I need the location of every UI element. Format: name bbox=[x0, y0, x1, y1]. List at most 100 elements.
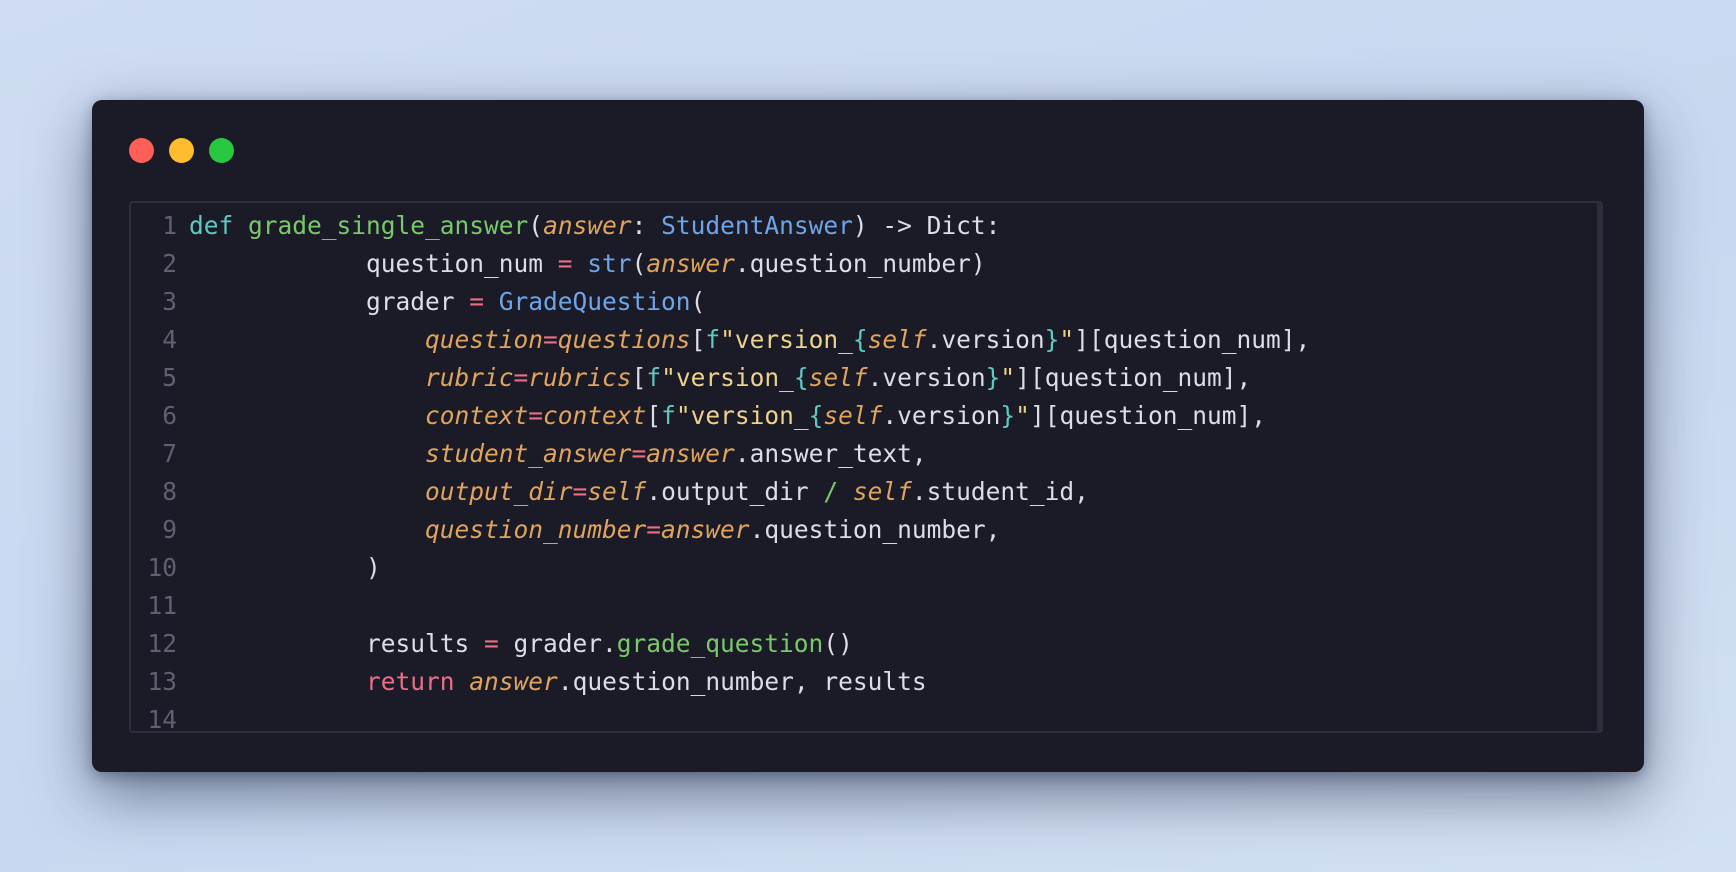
code-token: .student_id, bbox=[911, 477, 1089, 506]
code-token: } bbox=[1044, 325, 1060, 354]
code-token: ( bbox=[690, 287, 706, 316]
code-token: = bbox=[646, 515, 662, 544]
line-code: student_answer=answer.answer_text, bbox=[189, 435, 927, 473]
code-editor[interactable]: 1 def grade_single_answer(answer: Student… bbox=[129, 201, 1603, 733]
code-token: self bbox=[867, 325, 927, 354]
code-token: { bbox=[793, 363, 809, 392]
code-token: ][question_num], bbox=[1015, 363, 1252, 392]
code-token: / bbox=[823, 477, 839, 506]
code-token: GradeQuestion bbox=[498, 287, 691, 316]
code-token: "version_ bbox=[661, 363, 794, 392]
code-token: context bbox=[543, 401, 647, 430]
code-token: ( bbox=[528, 211, 544, 240]
line-number: 10 bbox=[147, 553, 177, 582]
code-token: questions bbox=[557, 325, 691, 354]
line-number: 7 bbox=[162, 439, 177, 468]
code-token: .version bbox=[882, 401, 1001, 430]
code-token: answer bbox=[469, 667, 558, 696]
code-token: f bbox=[661, 401, 676, 430]
code-token: answer bbox=[646, 249, 735, 278]
line-number: 8 bbox=[162, 477, 177, 506]
code-token: question bbox=[425, 325, 544, 354]
line-number: 4 bbox=[162, 325, 177, 354]
code-token: = bbox=[572, 477, 588, 506]
line-number: 5 bbox=[162, 363, 177, 392]
code-token: { bbox=[808, 401, 824, 430]
code-token: .output_dir bbox=[646, 477, 824, 506]
code-token: = bbox=[469, 287, 485, 316]
code-line: 10 ) bbox=[131, 549, 1593, 587]
close-dot-icon[interactable] bbox=[129, 138, 154, 163]
line-number: 6 bbox=[162, 401, 177, 430]
code-token: output_dir bbox=[425, 477, 573, 506]
code-token: { bbox=[852, 325, 868, 354]
code-token: answer bbox=[543, 211, 632, 240]
code-token: .question_number) bbox=[734, 249, 986, 278]
code-token: f bbox=[705, 325, 721, 354]
code-token: .version bbox=[926, 325, 1045, 354]
code-token: } bbox=[1000, 401, 1016, 430]
code-token: } bbox=[985, 363, 1001, 392]
code-token: ( bbox=[631, 249, 647, 278]
code-token: self bbox=[852, 477, 912, 506]
code-token: " bbox=[1015, 401, 1030, 430]
code-token: = bbox=[631, 439, 647, 468]
code-token: results bbox=[189, 629, 485, 658]
minimize-dot-icon[interactable] bbox=[169, 138, 194, 163]
code-line: 12 results = grader.grade_question() bbox=[131, 625, 1593, 663]
line-number: 9 bbox=[162, 515, 177, 544]
code-line: 14 bbox=[131, 701, 1593, 731]
code-token: = bbox=[543, 325, 558, 354]
code-line: 4 question=questions[f"version_{self.ver… bbox=[131, 321, 1593, 359]
code-lines: 1 def grade_single_answer(answer: Student… bbox=[131, 207, 1593, 731]
code-line: 9 question_number=answer.question_number… bbox=[131, 511, 1593, 549]
code-token: .question_number, results bbox=[557, 667, 927, 696]
code-token: ][question_num], bbox=[1029, 401, 1266, 430]
code-token: = bbox=[528, 401, 544, 430]
code-token: str bbox=[587, 249, 632, 278]
code-token: () bbox=[823, 629, 853, 658]
line-number: 1 bbox=[162, 211, 177, 240]
code-token: self bbox=[587, 477, 647, 506]
code-token: "version_ bbox=[720, 325, 853, 354]
code-token: ][question_num], bbox=[1074, 325, 1311, 354]
window-controls bbox=[129, 138, 234, 163]
code-token: grade_question bbox=[616, 629, 824, 658]
line-code: context=context[f"version_{self.version}… bbox=[189, 397, 1266, 435]
code-token: grader. bbox=[498, 629, 617, 658]
code-token: question_num bbox=[189, 249, 558, 278]
code-window: 1 def grade_single_answer(answer: Student… bbox=[92, 100, 1644, 772]
code-token: " bbox=[1059, 325, 1075, 354]
code-token: student_answer bbox=[425, 439, 632, 468]
line-number: 11 bbox=[147, 591, 177, 620]
code-line: 1 def grade_single_answer(answer: Student… bbox=[131, 207, 1593, 245]
code-token: self bbox=[808, 363, 868, 392]
code-token: "version_ bbox=[675, 401, 809, 430]
code-token: = bbox=[513, 363, 529, 392]
code-token: ) bbox=[189, 553, 381, 582]
code-token: = bbox=[557, 249, 573, 278]
code-token: StudentAnswer bbox=[661, 211, 853, 240]
code-line: 3 grader = GradeQuestion( bbox=[131, 283, 1593, 321]
maximize-dot-icon[interactable] bbox=[209, 138, 234, 163]
code-token: answer bbox=[646, 439, 735, 468]
code-token: def bbox=[189, 211, 234, 240]
code-token: .version bbox=[867, 363, 986, 392]
code-token: .question_number, bbox=[749, 515, 1001, 544]
line-code: grader = GradeQuestion( bbox=[189, 283, 705, 321]
code-line: 7 student_answer=answer.answer_text, bbox=[131, 435, 1593, 473]
code-token: grader bbox=[189, 287, 470, 316]
code-token: context bbox=[425, 401, 529, 430]
code-token: f bbox=[646, 363, 662, 392]
code-token: answer bbox=[661, 515, 750, 544]
